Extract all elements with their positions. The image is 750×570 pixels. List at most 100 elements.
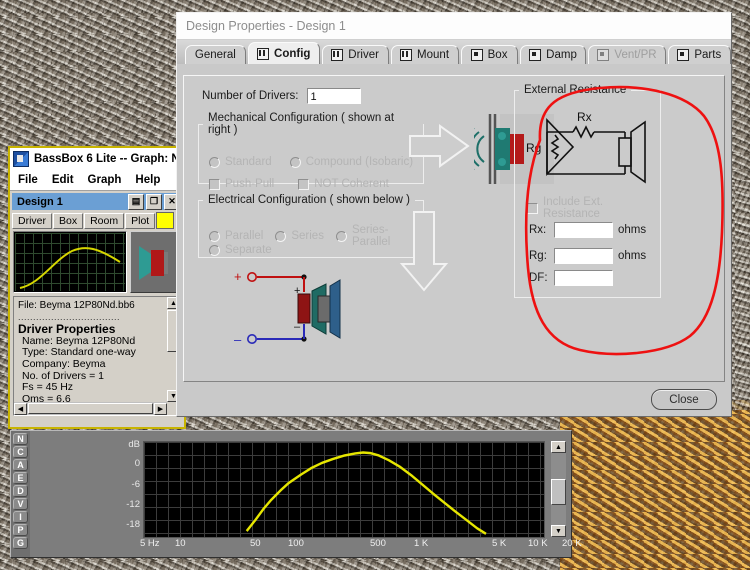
- tab-parts-label: Parts: [694, 49, 722, 61]
- dialog-tabstrip[interactable]: General Config Driver Mount Box Damp Ven…: [177, 40, 731, 64]
- checkbox-not-coherent-label: NOT Coherent: [314, 178, 389, 190]
- driver-prop-company: Company: Beyma: [22, 357, 106, 370]
- bassbox-titlebar: BassBox 6 Lite -- Graph: Norm: [10, 148, 201, 170]
- tab-parts[interactable]: Parts: [667, 45, 731, 64]
- rg-label: Rg:: [529, 250, 547, 262]
- driver-file-line: File: Beyma 12P80Nd.bb6: [18, 300, 135, 311]
- df-input[interactable]: [554, 270, 613, 286]
- y-label-0: 0: [134, 458, 140, 469]
- radio-icon: [209, 156, 220, 168]
- bassbox-menubar[interactable]: File Edit Graph Help: [10, 170, 184, 191]
- arrow-right-icon: [409, 124, 470, 168]
- tab-plot[interactable]: Plot: [125, 212, 156, 229]
- df-label: DF:: [529, 272, 548, 284]
- menu-file[interactable]: File: [18, 174, 38, 186]
- graph-window[interactable]: N C A E D V I P G dB 0 -6 -12 -18 5 Hz 1…: [10, 430, 582, 558]
- electrical-schematic: + – + –: [234, 269, 341, 347]
- close-button[interactable]: Close: [651, 389, 717, 410]
- box-icon: [597, 49, 610, 61]
- graph-tool-g[interactable]: G: [13, 537, 28, 549]
- graph-tool-a[interactable]: A: [13, 459, 28, 471]
- tab-config-label: Config: [274, 47, 311, 60]
- number-of-drivers-row: Number of Drivers: 1: [202, 88, 361, 104]
- tab-general[interactable]: General: [185, 45, 246, 64]
- bassbox-app-icon: [13, 151, 29, 167]
- rx-schematic-label: Rx: [577, 110, 592, 124]
- radio-icon: [289, 156, 301, 168]
- plot-color-swatch[interactable]: [156, 212, 175, 229]
- driver-properties-panel[interactable]: File: Beyma 12P80Nd.bb6 ................…: [13, 296, 181, 416]
- graph-tool-c[interactable]: C: [13, 446, 28, 458]
- speaker-preview-icon: [139, 246, 168, 280]
- radio-separate[interactable]: Separate: [209, 244, 272, 256]
- horizontal-scroll-thumb[interactable]: [28, 403, 153, 414]
- response-curve: [245, 451, 487, 535]
- design-preview-row: [13, 231, 181, 293]
- external-resistance-legend: External Resistance: [524, 84, 627, 96]
- checkbox-not-coherent[interactable]: NOT Coherent: [298, 178, 389, 190]
- graph-tool-column[interactable]: N C A E D V I P G: [11, 431, 30, 557]
- radio-series[interactable]: Series: [275, 224, 324, 248]
- graph-scroll-thumb[interactable]: [551, 479, 566, 505]
- mini-response-graph[interactable]: [13, 231, 127, 293]
- menu-edit[interactable]: Edit: [52, 174, 74, 186]
- graph-tool-d[interactable]: D: [13, 485, 28, 497]
- external-resistance-group: External Resistance Rx Rg Include Ext. R…: [514, 84, 661, 298]
- tab-mount[interactable]: Mount: [390, 45, 459, 64]
- graph-tool-i[interactable]: I: [13, 511, 28, 523]
- checkbox-icon: [209, 178, 220, 190]
- tab-damp[interactable]: Damp: [519, 45, 587, 64]
- x-label-1k: 1 K: [414, 538, 429, 549]
- y-label-m6: -6: [131, 479, 140, 490]
- dbl-speaker-icon: [400, 49, 413, 61]
- design-title: Design 1: [17, 195, 63, 208]
- tab-vent-pr-label: Vent/PR: [614, 49, 657, 61]
- scroll-left-icon[interactable]: ◀: [14, 402, 27, 415]
- radio-series-label: Series: [291, 230, 324, 242]
- radio-standard[interactable]: Standard: [209, 156, 272, 168]
- electrical-configuration-legend: Electrical Configuration ( shown below ): [208, 194, 410, 206]
- save-icon[interactable]: ▤: [128, 193, 144, 210]
- tab-general-label: General: [194, 49, 236, 61]
- menu-help[interactable]: Help: [135, 174, 160, 186]
- tab-vent-pr[interactable]: Vent/PR: [588, 45, 666, 64]
- graph-tool-v[interactable]: V: [13, 498, 28, 510]
- tab-room[interactable]: Room: [84, 212, 125, 229]
- graph-tool-n[interactable]: N: [13, 433, 28, 445]
- design-properties-dialog[interactable]: Design Properties - Design 1 General Con…: [176, 12, 732, 417]
- radio-standard-label: Standard: [225, 156, 272, 168]
- box-icon: [470, 49, 483, 61]
- checkbox-include-ext-resistance[interactable]: Include Ext. Resistance: [527, 196, 660, 220]
- tab-driver[interactable]: Driver: [321, 45, 389, 64]
- graph-scroll-up-icon[interactable]: ▲: [551, 441, 566, 453]
- graph-canvas[interactable]: [143, 441, 545, 538]
- arrow-down-icon: [399, 211, 449, 292]
- number-of-drivers-input[interactable]: 1: [306, 88, 361, 104]
- copy-icon[interactable]: ❐: [146, 193, 162, 210]
- include-ext-resistance-label: Include Ext. Resistance: [543, 196, 604, 220]
- bassbox-window[interactable]: BassBox 6 Lite -- Graph: Norm File Edit …: [8, 146, 201, 429]
- graph-tool-e[interactable]: E: [13, 472, 28, 484]
- rx-input[interactable]: [554, 222, 613, 238]
- design-tabs[interactable]: Driver Box Room Plot: [12, 212, 182, 229]
- graph-tool-p[interactable]: P: [13, 524, 28, 536]
- tab-box[interactable]: Box: [460, 45, 518, 64]
- graph-scroll-down-icon[interactable]: ▼: [551, 525, 566, 537]
- rx-unit-label: ohms: [618, 224, 647, 236]
- tab-box[interactable]: Box: [53, 212, 84, 229]
- mechanical-configuration-group: Mechanical Configuration ( shown at righ…: [198, 112, 424, 190]
- svg-text:+: +: [234, 269, 242, 284]
- properties-horizontal-scrollbar[interactable]: ◀ ▶: [14, 402, 167, 415]
- graph-vertical-scrollbar[interactable]: ▲ ▼: [551, 441, 566, 537]
- checkbox-push-pull[interactable]: Push-Pull: [209, 178, 274, 190]
- rg-input[interactable]: [554, 248, 613, 264]
- tab-damp-label: Damp: [546, 49, 577, 61]
- x-label-100: 100: [288, 538, 304, 549]
- driver-properties-text: File: Beyma 12P80Nd.bb6 ................…: [14, 297, 180, 415]
- tab-driver[interactable]: Driver: [12, 212, 52, 229]
- tab-config[interactable]: Config: [247, 42, 320, 64]
- menu-graph[interactable]: Graph: [88, 174, 122, 186]
- radio-compound-isobaric[interactable]: Compound (Isobaric): [289, 156, 413, 168]
- scroll-right-icon[interactable]: ▶: [154, 402, 167, 415]
- dialog-title-text: Design Properties - Design 1: [186, 19, 346, 33]
